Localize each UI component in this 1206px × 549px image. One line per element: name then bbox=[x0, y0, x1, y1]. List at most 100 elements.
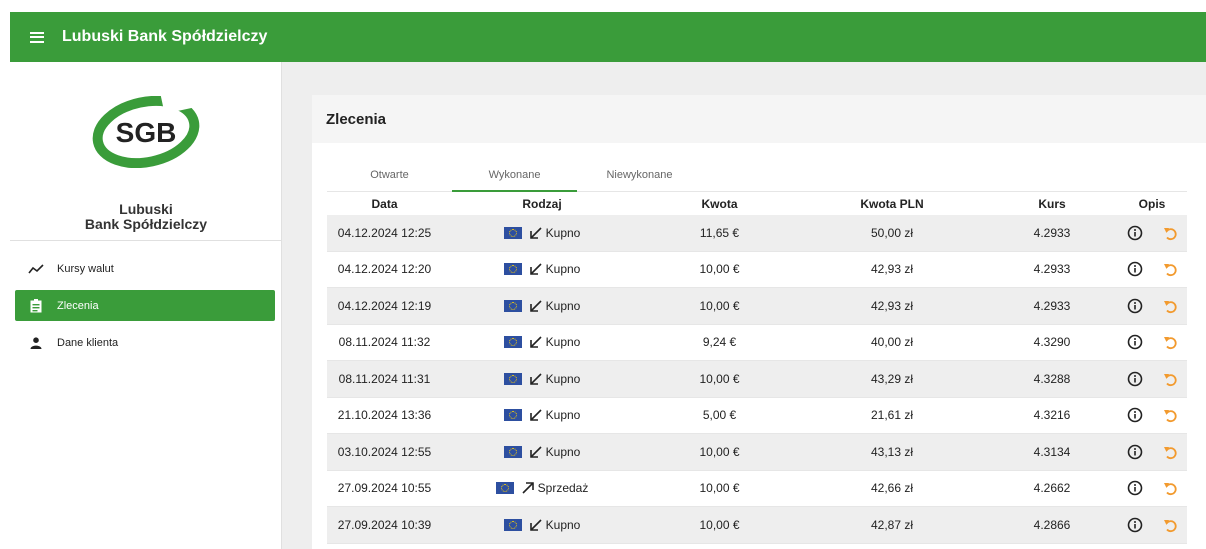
cell-amount: 10,00 € bbox=[699, 262, 740, 277]
cell-type-label: Kupno bbox=[545, 335, 581, 350]
table-header: Data Rodzaj Kwota Kwota PLN Kurs Opis bbox=[327, 193, 1187, 215]
cell-amount: 10,00 € bbox=[699, 517, 740, 532]
orders-panel: Zlecenia Otwarte Wykonane Niewykonane Da… bbox=[312, 95, 1206, 549]
sidebar-item-dane-klienta[interactable]: Dane klienta bbox=[15, 327, 275, 358]
cell-rate: 4.2933 bbox=[1033, 298, 1071, 313]
cell-date: 03.10.2024 12:55 bbox=[337, 444, 432, 459]
info-icon[interactable] bbox=[1117, 444, 1152, 460]
eu-flag-icon bbox=[495, 482, 514, 495]
info-icon[interactable] bbox=[1117, 480, 1152, 496]
divider bbox=[10, 240, 282, 241]
cell-amount-pln: 42,87 zł bbox=[870, 517, 914, 532]
cell-amount: 10,00 € bbox=[699, 298, 740, 313]
header-type: Rodzaj bbox=[522, 197, 562, 211]
arrow-down-left-icon bbox=[529, 263, 542, 276]
cell-type-label: Kupno bbox=[545, 225, 581, 240]
undo-icon[interactable] bbox=[1152, 225, 1187, 241]
cell-amount-pln: 43,13 zł bbox=[870, 444, 914, 459]
undo-icon[interactable] bbox=[1152, 444, 1187, 460]
cell-amount-pln: 42,93 zł bbox=[870, 298, 914, 313]
sidebar-item-kursy-walut[interactable]: Kursy walut bbox=[15, 253, 275, 284]
sidebar-item-zlecenia[interactable]: Zlecenia bbox=[15, 290, 275, 321]
eu-flag-icon bbox=[503, 299, 522, 312]
cell-type: Kupno bbox=[442, 262, 642, 276]
eu-flag-icon bbox=[503, 445, 522, 458]
eu-flag-icon bbox=[503, 263, 522, 276]
arrow-down-left-icon bbox=[529, 300, 542, 312]
table-body: 04.12.2024 12:25 Kupno 11,65 € 50,00 zł … bbox=[327, 215, 1187, 544]
menu-icon[interactable] bbox=[30, 31, 44, 43]
undo-icon[interactable] bbox=[1152, 334, 1187, 350]
logo-text: SGB bbox=[116, 117, 177, 148]
cell-rate: 4.2933 bbox=[1033, 225, 1071, 240]
cell-type-label: Kupno bbox=[545, 262, 581, 277]
undo-icon[interactable] bbox=[1152, 517, 1187, 533]
arrow-down-left-icon bbox=[529, 336, 542, 349]
cell-type: Kupno bbox=[442, 372, 642, 386]
eu-flag-icon bbox=[503, 518, 522, 531]
panel-title: Zlecenia bbox=[312, 95, 1206, 143]
cell-rate: 4.2866 bbox=[1033, 517, 1071, 532]
table-row: 03.10.2024 12:55 Kupno 10,00 € 43,13 zł … bbox=[327, 434, 1187, 471]
info-icon[interactable] bbox=[1117, 407, 1152, 423]
cell-date: 04.12.2024 12:20 bbox=[337, 262, 432, 277]
tab-otwarte[interactable]: Otwarte bbox=[327, 161, 452, 191]
cell-amount: 11,65 € bbox=[699, 225, 740, 240]
tab-wykonane[interactable]: Wykonane bbox=[452, 161, 577, 192]
undo-icon[interactable] bbox=[1152, 371, 1187, 387]
cell-date: 08.11.2024 11:32 bbox=[338, 335, 431, 350]
undo-icon[interactable] bbox=[1152, 298, 1187, 314]
cell-date: 04.12.2024 12:19 bbox=[337, 298, 432, 313]
cell-type-label: Sprzedaż bbox=[537, 481, 589, 496]
cell-rate: 4.2933 bbox=[1033, 262, 1071, 277]
arrow-up-right-icon bbox=[522, 482, 534, 494]
arrow-down-left-icon bbox=[529, 409, 542, 422]
info-icon[interactable] bbox=[1117, 371, 1152, 387]
cell-amount-pln: 42,66 zł bbox=[870, 481, 914, 496]
cell-amount: 10,00 € bbox=[699, 481, 740, 496]
arrow-down-left-icon bbox=[529, 519, 542, 531]
clipboard-icon bbox=[21, 298, 51, 313]
sgb-logo-icon: SGB bbox=[92, 96, 200, 168]
orders-table: Data Rodzaj Kwota Kwota PLN Kurs Opis 04… bbox=[327, 193, 1187, 544]
table-row: 08.11.2024 11:32 Kupno 9,24 € 40,00 zł 4… bbox=[327, 325, 1187, 361]
table-row: 21.10.2024 13:36 Kupno 5,00 € 21,61 zł 4… bbox=[327, 398, 1187, 434]
cell-amount: 5,00 € bbox=[702, 408, 737, 423]
table-row: 27.09.2024 10:55 Sprzedaż 10,00 € 42,66 … bbox=[327, 471, 1187, 507]
info-icon[interactable] bbox=[1117, 517, 1152, 533]
app-bar: Lubuski Bank Spółdzielczy bbox=[10, 12, 1206, 62]
header-rate: Kurs bbox=[1038, 197, 1066, 211]
info-icon[interactable] bbox=[1117, 225, 1152, 241]
cell-amount-pln: 50,00 zł bbox=[870, 225, 914, 240]
cell-amount-pln: 21,61 zł bbox=[870, 408, 914, 423]
cell-amount: 10,00 € bbox=[699, 371, 740, 386]
cell-type-label: Kupno bbox=[545, 371, 581, 386]
cell-type: Kupno bbox=[442, 408, 642, 422]
cell-type: Sprzedaż bbox=[442, 481, 642, 495]
cell-date: 27.09.2024 10:55 bbox=[337, 481, 432, 496]
cell-type: Kupno bbox=[442, 226, 642, 240]
eu-flag-icon bbox=[503, 226, 522, 239]
table-row: 04.12.2024 12:25 Kupno 11,65 € 50,00 zł … bbox=[327, 215, 1187, 252]
undo-icon[interactable] bbox=[1152, 480, 1187, 496]
info-icon[interactable] bbox=[1117, 334, 1152, 350]
table-row: 27.09.2024 10:39 Kupno 10,00 € 42,87 zł … bbox=[327, 507, 1187, 544]
info-icon[interactable] bbox=[1117, 298, 1152, 314]
arrow-down-left-icon bbox=[529, 227, 542, 239]
cell-date: 27.09.2024 10:39 bbox=[337, 517, 432, 532]
cell-date: 04.12.2024 12:25 bbox=[337, 225, 432, 240]
tab-niewykonane[interactable]: Niewykonane bbox=[577, 161, 702, 191]
info-icon[interactable] bbox=[1117, 261, 1152, 277]
cell-rate: 4.3290 bbox=[1033, 335, 1071, 350]
table-row: 04.12.2024 12:19 Kupno 10,00 € 42,93 zł … bbox=[327, 288, 1187, 325]
undo-icon[interactable] bbox=[1152, 261, 1187, 277]
sidebar-item-label: Zlecenia bbox=[57, 299, 99, 312]
cell-rate: 4.3134 bbox=[1033, 444, 1071, 459]
logo: SGB Lubuski Bank Spółdzielczy bbox=[10, 90, 282, 232]
eu-flag-icon bbox=[503, 336, 522, 349]
cell-amount: 9,24 € bbox=[702, 335, 737, 350]
cell-rate: 4.3288 bbox=[1033, 371, 1071, 386]
person-icon bbox=[21, 336, 51, 349]
undo-icon[interactable] bbox=[1152, 407, 1187, 423]
bank-name: Lubuski Bank Spółdzielczy bbox=[84, 201, 208, 232]
